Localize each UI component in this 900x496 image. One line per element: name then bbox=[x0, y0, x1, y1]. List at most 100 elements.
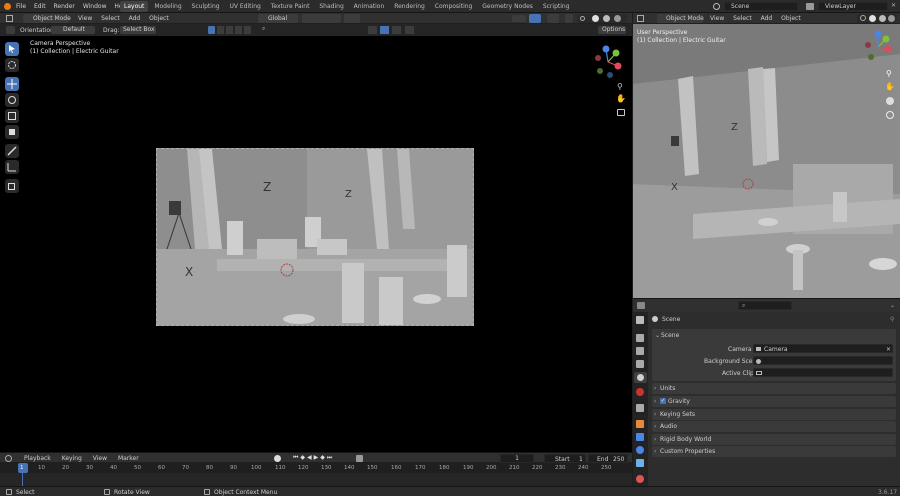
timeline-menu-keying[interactable]: Keying bbox=[62, 455, 82, 462]
active-clip-field[interactable] bbox=[753, 368, 893, 377]
tab-scripting[interactable]: Scripting bbox=[539, 1, 574, 12]
tool-select[interactable] bbox=[5, 42, 19, 56]
view-layer-tab-icon[interactable] bbox=[636, 360, 644, 368]
right-solid-shading-icon[interactable] bbox=[869, 15, 876, 22]
menu-window[interactable]: Window bbox=[83, 3, 107, 10]
tool-add-cube[interactable] bbox=[5, 179, 19, 193]
tool-annotate[interactable] bbox=[5, 144, 19, 158]
search-icon[interactable]: ⌕ bbox=[262, 25, 265, 33]
right-menu-select[interactable]: Select bbox=[733, 15, 752, 22]
render-tab-icon[interactable] bbox=[636, 334, 644, 342]
audio-panel[interactable]: › Audio bbox=[652, 421, 896, 432]
close-view-layer-icon[interactable]: ✕ bbox=[891, 2, 896, 9]
camera-viewport[interactable]: Camera Perspective (1) Collection | Elec… bbox=[0, 36, 632, 452]
select-intersect-icon[interactable] bbox=[244, 26, 251, 34]
right-menu-view[interactable]: View bbox=[710, 15, 724, 22]
timeline-editor-icon[interactable] bbox=[5, 455, 12, 462]
right-wireframe-shading-icon[interactable] bbox=[860, 15, 866, 21]
custom-properties-panel[interactable]: › Custom Properties bbox=[652, 446, 896, 457]
orientation-dropdown[interactable]: Default bbox=[51, 26, 95, 34]
snap-target-icon[interactable] bbox=[380, 26, 389, 34]
collection-tab-icon[interactable] bbox=[636, 404, 644, 412]
snapping-toggle[interactable] bbox=[315, 14, 341, 23]
gizmo-toggle[interactable] bbox=[529, 14, 541, 23]
menu-view[interactable]: View bbox=[78, 15, 92, 22]
physics-tab-icon[interactable] bbox=[636, 446, 644, 454]
properties-editor-icon[interactable] bbox=[637, 302, 645, 309]
tool-tab-icon[interactable] bbox=[636, 316, 644, 324]
select-invert-icon[interactable] bbox=[235, 26, 242, 34]
snap-element-icon[interactable] bbox=[368, 26, 377, 34]
tab-uv-editing[interactable]: UV Editing bbox=[226, 1, 265, 12]
play-reverse-icon[interactable]: ◀ bbox=[307, 454, 314, 461]
rendered-shading-icon[interactable] bbox=[614, 15, 621, 22]
menu-select[interactable]: Select bbox=[101, 15, 120, 22]
filter-icon[interactable] bbox=[405, 26, 414, 34]
editor-type-icon[interactable] bbox=[6, 15, 13, 22]
current-frame-field[interactable]: 1 bbox=[500, 454, 534, 463]
overlay-toggle[interactable] bbox=[547, 14, 559, 23]
user-viewport[interactable]: X Z User Perspective (1) Collection | El… bbox=[633, 24, 900, 298]
material-shading-icon[interactable] bbox=[603, 15, 610, 22]
start-frame-field[interactable]: Start 1 bbox=[544, 454, 586, 463]
auto-keying-icon[interactable] bbox=[274, 455, 281, 462]
camera-clear-icon[interactable]: ✕ bbox=[886, 346, 891, 353]
camera-view-icon[interactable] bbox=[617, 109, 625, 116]
navigation-gizmo[interactable] bbox=[590, 44, 626, 80]
constraints-tab-icon[interactable] bbox=[636, 459, 644, 467]
view-layer-selector[interactable]: ViewLayer bbox=[818, 2, 888, 11]
scene-selector[interactable]: Scene bbox=[724, 2, 798, 11]
scene-panel-title[interactable]: Scene bbox=[661, 332, 679, 339]
wireframe-shading-icon[interactable] bbox=[580, 16, 585, 21]
camera-field[interactable]: Camera ✕ bbox=[753, 344, 893, 353]
right-material-shading-icon[interactable] bbox=[879, 15, 886, 22]
pan-hand-icon[interactable]: ✋ bbox=[616, 94, 626, 103]
blender-logo-icon[interactable] bbox=[4, 3, 11, 10]
scene-tab-icon[interactable] bbox=[634, 372, 647, 383]
menu-object[interactable]: Object bbox=[149, 15, 169, 22]
tool-scale[interactable] bbox=[5, 109, 19, 123]
right-editor-type-icon[interactable] bbox=[637, 15, 644, 22]
tool-cursor[interactable] bbox=[5, 58, 19, 72]
right-menu-object[interactable]: Object bbox=[781, 15, 801, 22]
right-menu-add[interactable]: Add bbox=[761, 15, 773, 22]
pin-icon[interactable]: ⚲ bbox=[890, 316, 894, 323]
tab-texture-paint[interactable]: Texture Paint bbox=[267, 1, 314, 12]
menu-edit[interactable]: Edit bbox=[34, 3, 46, 10]
world-tab-icon[interactable] bbox=[636, 388, 644, 396]
mode-dropdown[interactable]: Object Mode bbox=[23, 14, 71, 23]
material-tab-icon[interactable] bbox=[636, 475, 644, 483]
select-new-icon[interactable] bbox=[208, 26, 215, 34]
output-tab-icon[interactable] bbox=[636, 347, 644, 355]
keying-sets-panel[interactable]: › Keying Sets bbox=[652, 409, 896, 420]
scene-panel-chevron-icon[interactable]: ⌄ bbox=[655, 332, 660, 339]
properties-options-icon[interactable]: ⌄ bbox=[890, 302, 895, 309]
gravity-checkbox[interactable]: ✓ bbox=[660, 398, 666, 404]
tool-rotate[interactable] bbox=[5, 93, 19, 107]
timeline-menu-marker[interactable]: Marker bbox=[118, 455, 139, 462]
next-keyframe-icon[interactable]: ◆ bbox=[320, 454, 327, 461]
object-tab-icon[interactable] bbox=[636, 420, 644, 428]
timeline-menu-view[interactable]: View bbox=[93, 455, 107, 462]
tab-animation[interactable]: Animation bbox=[350, 1, 389, 12]
tab-modeling[interactable]: Modeling bbox=[150, 1, 185, 12]
transform-orientation-dropdown[interactable]: Global bbox=[258, 14, 298, 23]
units-panel[interactable]: › Units bbox=[652, 383, 896, 394]
tool-measure[interactable] bbox=[5, 160, 19, 174]
right-camera-view-icon[interactable] bbox=[886, 97, 894, 105]
tab-rendering[interactable]: Rendering bbox=[390, 1, 429, 12]
tool-move[interactable] bbox=[5, 77, 19, 91]
menu-render[interactable]: Render bbox=[54, 3, 75, 10]
jump-end-icon[interactable]: ⏭ bbox=[327, 454, 334, 461]
menu-add[interactable]: Add bbox=[129, 15, 141, 22]
tool-transform[interactable] bbox=[5, 125, 19, 139]
proportional-editing-toggle[interactable] bbox=[344, 14, 360, 23]
right-rendered-shading-icon[interactable] bbox=[888, 15, 895, 22]
tab-layout[interactable]: Layout bbox=[120, 1, 149, 12]
options-dropdown[interactable]: Options bbox=[598, 26, 626, 34]
tab-compositing[interactable]: Compositing bbox=[431, 1, 477, 12]
rigid-body-world-panel[interactable]: › Rigid Body World bbox=[652, 434, 896, 445]
background-scene-field[interactable] bbox=[753, 356, 893, 365]
right-ortho-toggle-icon[interactable] bbox=[886, 111, 894, 119]
tool-icon[interactable] bbox=[6, 26, 15, 34]
